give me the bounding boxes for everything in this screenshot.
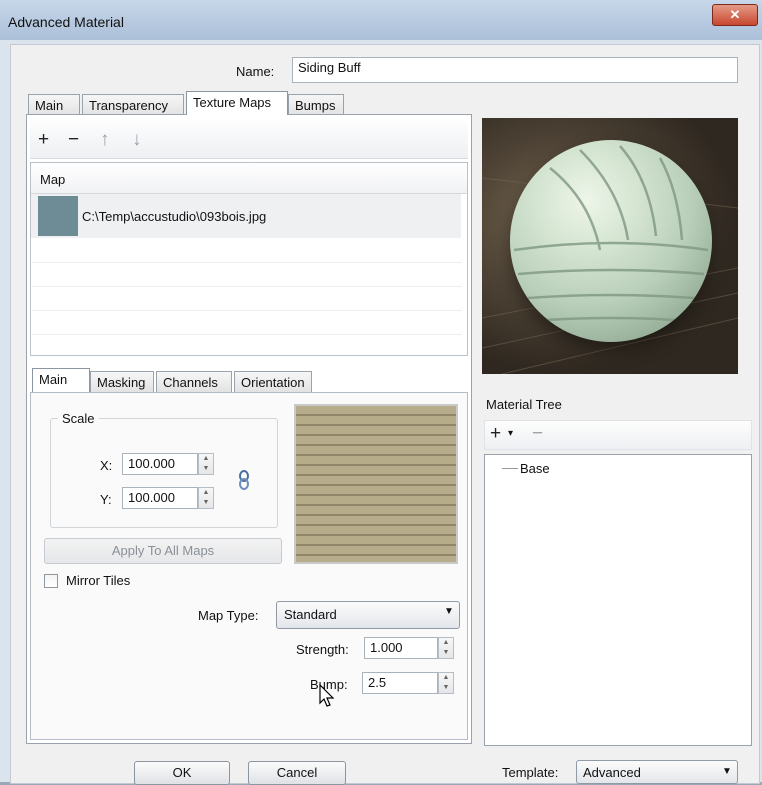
window-title: Advanced Material bbox=[8, 14, 124, 30]
add-map-button[interactable]: + bbox=[38, 130, 49, 150]
name-input[interactable]: Siding Buff bbox=[292, 57, 738, 83]
material-tree-label: Material Tree bbox=[486, 397, 562, 412]
ok-button[interactable]: OK bbox=[134, 761, 230, 785]
tree-item-base[interactable]: Base bbox=[520, 461, 550, 476]
material-preview bbox=[482, 118, 738, 374]
list-gridline bbox=[32, 286, 462, 287]
chain-link-icon[interactable] bbox=[236, 470, 252, 493]
move-up-button[interactable]: ↑ bbox=[100, 130, 110, 150]
apply-to-all-maps-button[interactable]: Apply To All Maps bbox=[44, 538, 282, 564]
tab-main[interactable]: Main bbox=[28, 94, 80, 115]
cancel-button[interactable]: Cancel bbox=[248, 761, 346, 785]
list-gridline bbox=[32, 334, 462, 335]
material-tree bbox=[484, 454, 752, 746]
scale-y-input[interactable]: 100.000 bbox=[122, 487, 198, 509]
close-button[interactable]: ✕ bbox=[712, 4, 758, 26]
name-label: Name: bbox=[236, 64, 275, 79]
material-tree-toolbar bbox=[484, 420, 752, 450]
scale-group-label: Scale bbox=[58, 411, 99, 426]
strength-input[interactable]: 1.000 bbox=[364, 637, 438, 659]
subtab-orientation[interactable]: Orientation bbox=[234, 371, 312, 392]
scale-y-label: Y: bbox=[100, 492, 112, 507]
strength-label: Strength: bbox=[296, 642, 349, 657]
move-down-button[interactable]: ↓ bbox=[132, 130, 142, 150]
tab-transparency[interactable]: Transparency bbox=[82, 94, 184, 115]
scale-x-spinner[interactable]: ▲ ▼ bbox=[198, 453, 214, 475]
texture-preview bbox=[294, 404, 458, 564]
scale-y-spinner[interactable]: ▲ ▼ bbox=[198, 487, 214, 509]
map-type-label: Map Type: bbox=[198, 608, 259, 623]
tree-connector bbox=[502, 468, 518, 469]
list-gridline bbox=[32, 310, 462, 311]
mirror-tiles-label: Mirror Tiles bbox=[66, 573, 131, 588]
map-column-header[interactable]: Map bbox=[40, 172, 65, 187]
mirror-tiles-checkbox[interactable] bbox=[44, 574, 58, 588]
chevron-down-icon: ▼ bbox=[444, 606, 454, 617]
map-list-header bbox=[31, 163, 467, 194]
template-label: Template: bbox=[502, 765, 559, 780]
mouse-cursor-icon bbox=[318, 683, 336, 711]
list-gridline bbox=[32, 262, 462, 263]
map-thumbnail bbox=[38, 196, 78, 236]
remove-material-button[interactable]: − bbox=[532, 424, 543, 444]
bump-spinner[interactable]: ▲ ▼ bbox=[438, 672, 454, 694]
subtab-main[interactable]: Main bbox=[32, 368, 90, 392]
subtab-masking[interactable]: Masking bbox=[90, 371, 154, 392]
material-sphere bbox=[510, 140, 712, 342]
strength-spinner[interactable]: ▲ ▼ bbox=[438, 637, 454, 659]
map-path: C:\Temp\accustudio\093bois.jpg bbox=[82, 209, 267, 224]
chevron-down-icon: ▼ bbox=[722, 766, 732, 777]
template-value: Advanced bbox=[583, 765, 641, 780]
scale-x-label: X: bbox=[100, 458, 113, 473]
add-dropdown-icon[interactable]: ▾ bbox=[508, 428, 513, 439]
map-toolbar bbox=[30, 120, 468, 159]
tab-texture-maps[interactable]: Texture Maps bbox=[186, 91, 288, 115]
remove-map-button[interactable]: − bbox=[68, 130, 79, 150]
tab-bumps[interactable]: Bumps bbox=[288, 94, 344, 115]
add-material-button[interactable]: + bbox=[490, 424, 501, 444]
map-type-value: Standard bbox=[284, 607, 337, 622]
scale-x-input[interactable]: 100.000 bbox=[122, 453, 198, 475]
bump-input[interactable]: 2.5 bbox=[362, 672, 438, 694]
subtab-channels[interactable]: Channels bbox=[156, 371, 232, 392]
